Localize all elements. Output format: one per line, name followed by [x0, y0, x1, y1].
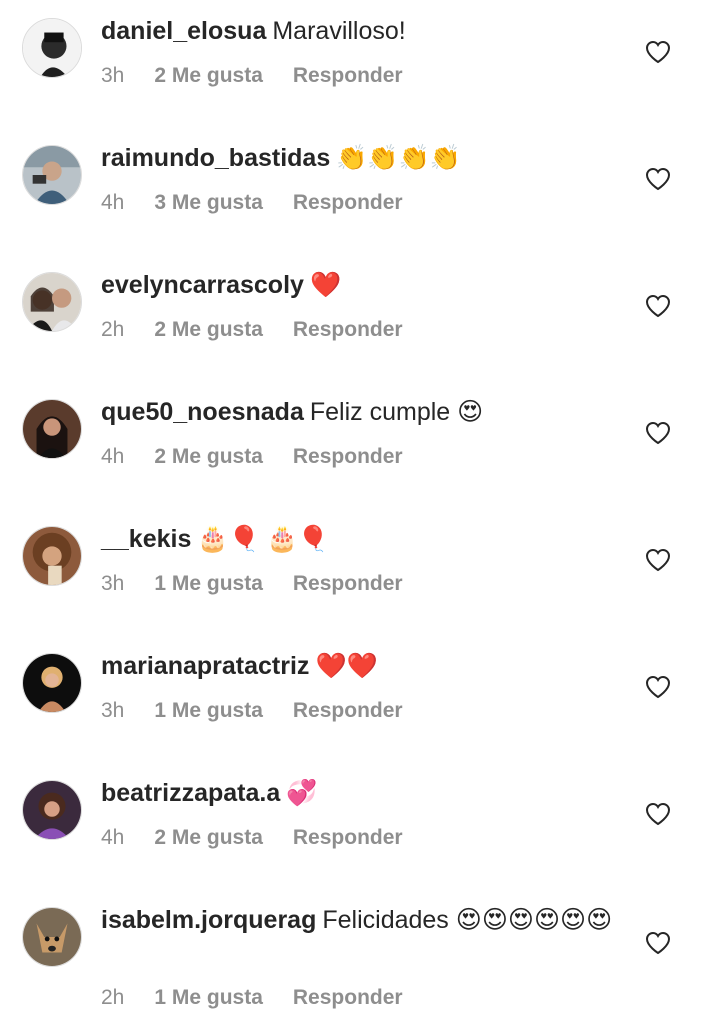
- comment-username[interactable]: isabelm.jorquerag: [101, 906, 316, 934]
- comment-username[interactable]: daniel_elosua: [101, 17, 266, 45]
- comment-text: evelyncarrascoly ❤️: [101, 268, 621, 302]
- comment-text: que50_noesnada Feliz cumple 😍: [101, 395, 621, 429]
- avatar[interactable]: [22, 18, 82, 78]
- comment-meta: 2h 2 Me gusta Responder: [101, 316, 433, 344]
- heart-outline-icon[interactable]: [645, 802, 671, 826]
- comment-likes[interactable]: 2 Me gusta: [154, 318, 263, 341]
- heart-outline-icon[interactable]: [645, 421, 671, 445]
- comment-time: 4h: [101, 191, 125, 214]
- comment-message: Feliz cumple 😍: [309, 398, 484, 426]
- comment-time: 2h: [101, 986, 125, 1009]
- comment-text: raimundo_bastidas 👏👏👏👏: [101, 141, 621, 175]
- comment-time: 3h: [101, 572, 125, 595]
- comment-message: ❤️: [309, 271, 342, 299]
- reply-button[interactable]: Responder: [293, 191, 403, 214]
- comment-likes[interactable]: 1 Me gusta: [154, 572, 263, 595]
- reply-button[interactable]: Responder: [293, 318, 403, 341]
- heart-outline-icon[interactable]: [645, 167, 671, 191]
- avatar[interactable]: [22, 907, 82, 967]
- comment-time: 2h: [101, 318, 125, 341]
- comment-likes[interactable]: 1 Me gusta: [154, 699, 263, 722]
- heart-outline-icon[interactable]: [645, 548, 671, 572]
- reply-button[interactable]: Responder: [293, 445, 403, 468]
- comment-likes[interactable]: 2 Me gusta: [154, 64, 263, 87]
- comment-message: 🎂🎈 🎂🎈: [197, 525, 329, 553]
- reply-button[interactable]: Responder: [293, 699, 403, 722]
- comment-message: ❤️❤️: [315, 652, 378, 680]
- heart-outline-icon[interactable]: [645, 40, 671, 64]
- comment-likes[interactable]: 2 Me gusta: [154, 826, 263, 849]
- comment-meta: 4h 2 Me gusta Responder: [101, 824, 433, 852]
- comment-text: daniel_elosua Maravilloso!: [101, 14, 621, 48]
- comment-likes[interactable]: 3 Me gusta: [154, 191, 263, 214]
- comment-text: isabelm.jorquerag Felicidades 😍😍😍😍😍😍: [101, 903, 621, 937]
- comment-meta: 3h 2 Me gusta Responder: [101, 62, 433, 90]
- comment-username[interactable]: que50_noesnada: [101, 398, 304, 426]
- comment-username[interactable]: raimundo_bastidas: [101, 144, 330, 172]
- reply-button[interactable]: Responder: [293, 64, 403, 87]
- comment-time: 3h: [101, 699, 125, 722]
- comment-meta: 4h 3 Me gusta Responder: [101, 189, 433, 217]
- reply-button[interactable]: Responder: [293, 986, 403, 1009]
- comment-username[interactable]: __kekis: [101, 525, 191, 553]
- avatar[interactable]: [22, 653, 82, 713]
- comment-likes[interactable]: 1 Me gusta: [154, 986, 263, 1009]
- avatar[interactable]: [22, 780, 82, 840]
- heart-outline-icon[interactable]: [645, 294, 671, 318]
- comment-username[interactable]: beatrizzapata.a: [101, 779, 280, 807]
- comment-likes[interactable]: 2 Me gusta: [154, 445, 263, 468]
- comment-text: marianapratactriz ❤️❤️: [101, 649, 621, 683]
- avatar[interactable]: [22, 399, 82, 459]
- heart-outline-icon[interactable]: [645, 931, 671, 955]
- comment-message: 💞: [286, 779, 318, 807]
- comment-meta: 3h 1 Me gusta Responder: [101, 570, 433, 598]
- comment-text: beatrizzapata.a 💞: [101, 776, 621, 810]
- comment-message: 👏👏👏👏: [336, 144, 461, 172]
- comment-meta: 2h 1 Me gusta Responder: [101, 984, 433, 1012]
- comment-text: __kekis 🎂🎈 🎂🎈: [101, 522, 621, 556]
- avatar[interactable]: [22, 145, 82, 205]
- comment-time: 4h: [101, 445, 125, 468]
- comment-time: 3h: [101, 64, 125, 87]
- comment-message: Felicidades 😍😍😍😍😍😍: [322, 906, 613, 934]
- comment-meta: 4h 2 Me gusta Responder: [101, 443, 433, 471]
- avatar[interactable]: [22, 272, 82, 332]
- reply-button[interactable]: Responder: [293, 572, 403, 595]
- comment-username[interactable]: marianapratactriz: [101, 652, 309, 680]
- comment-meta: 3h 1 Me gusta Responder: [101, 697, 433, 725]
- avatar[interactable]: [22, 526, 82, 586]
- comment-time: 4h: [101, 826, 125, 849]
- heart-outline-icon[interactable]: [645, 675, 671, 699]
- comment-message: Maravilloso!: [272, 17, 406, 45]
- comment-username[interactable]: evelyncarrascoly: [101, 271, 304, 299]
- reply-button[interactable]: Responder: [293, 826, 403, 849]
